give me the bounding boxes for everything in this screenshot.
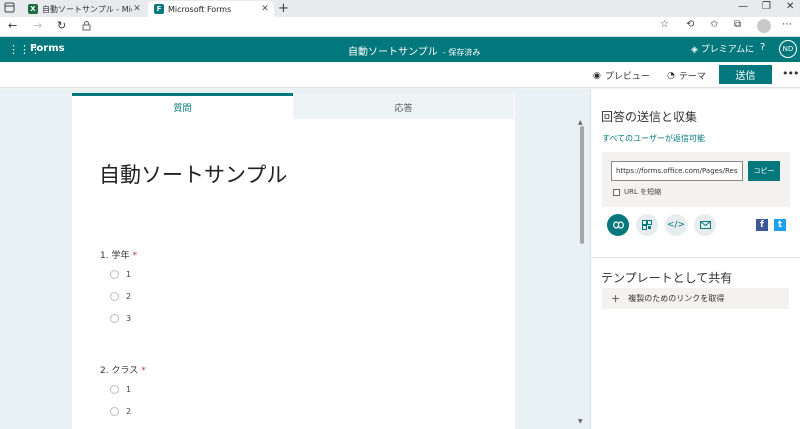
choice-option[interactable]: 3 (110, 314, 131, 323)
forms-icon: F (154, 4, 164, 14)
option-label: 1 (126, 385, 132, 394)
close-window-icon[interactable]: ✕ (786, 1, 794, 12)
forms-header: ⋮⋮⋮ Forms 自動ソートサンプル - 保存済み ◈ プレミアムに ? ND (0, 37, 800, 62)
browser-tab-strip: X 自動ソートサンプル - Microsoft Exce ✕ F Microso… (0, 0, 800, 17)
save-status: - 保存済み (442, 48, 481, 57)
twitter-icon[interactable]: t (774, 219, 786, 231)
star-add-icon[interactable]: ☆ (660, 19, 669, 30)
collections-icon[interactable]: ⧉ (734, 19, 741, 30)
theme-button[interactable]: ◔ テーマ (667, 69, 706, 83)
address-bar[interactable] (80, 19, 680, 34)
preview-label: プレビュー (604, 72, 650, 82)
palette-icon: ◔ (667, 70, 675, 81)
app-name[interactable]: Forms (30, 43, 65, 54)
choice-option[interactable]: 1 (110, 385, 131, 394)
radio-button[interactable] (110, 314, 119, 323)
excel-icon: X (28, 4, 38, 14)
canvas-scrollbar[interactable]: ▲ ▼ (578, 119, 586, 429)
option-label: 3 (126, 314, 132, 323)
option-label: 2 (126, 292, 132, 301)
premium-label: プレミアムに (700, 45, 755, 55)
option-label: 2 (126, 407, 132, 416)
radio-button[interactable] (110, 407, 119, 416)
shorten-url-checkbox[interactable]: URL を短縮 (613, 187, 661, 197)
plus-icon[interactable]: + (278, 1, 289, 16)
command-bar: ◉ プレビュー ◔ テーマ 送信 ••• (0, 62, 800, 88)
help-icon[interactable]: ? (760, 42, 765, 53)
document-title: 自動ソートサンプル - 保存済み (348, 43, 480, 58)
required-marker: * (141, 366, 146, 376)
avatar[interactable]: ND (779, 40, 797, 58)
close-icon[interactable]: ✕ (260, 4, 270, 14)
email-icon[interactable] (694, 214, 716, 236)
form-canvas: 質問 応答 自動ソートサンプル 1. 学年 * 1 2 3 2. クラス * 1 2 (0, 89, 590, 429)
form-tabs: 質問 応答 (72, 93, 515, 119)
option-label: 1 (126, 270, 132, 279)
send-panel: 回答の送信と収集 すべてのユーザーが返信可能 コピー URL を短縮 </> f… (590, 89, 800, 429)
question-label: 2. クラス (100, 366, 139, 376)
checkbox[interactable] (613, 188, 620, 196)
scroll-down-icon[interactable]: ▼ (578, 418, 583, 425)
choice-option[interactable]: 2 (110, 407, 131, 416)
qr-code-icon[interactable] (636, 214, 658, 236)
send-button[interactable]: 送信 (719, 65, 772, 84)
share-url-field[interactable] (611, 161, 743, 181)
profile-icon[interactable] (757, 19, 771, 33)
required-marker: * (132, 251, 137, 261)
lock-icon (82, 21, 91, 31)
radio-button[interactable] (110, 292, 119, 301)
template-heading: テンプレートとして共有 (601, 271, 733, 285)
browser-tab-excel[interactable]: X 自動ソートサンプル - Microsoft Exce ✕ (22, 1, 146, 17)
tab-actions-icon[interactable] (4, 2, 18, 15)
radio-button[interactable] (110, 270, 119, 279)
choice-option[interactable]: 2 (110, 292, 131, 301)
send-panel-heading: 回答の送信と収集 (601, 110, 698, 124)
tab-title: Microsoft Forms (168, 4, 232, 14)
browser-nav-bar: ← → ↻ ☆ ⟲ ✩ ⧉ ⋯ (0, 17, 800, 37)
tab-questions[interactable]: 質問 (72, 93, 293, 119)
back-arrow-icon[interactable]: ← (8, 19, 17, 32)
refresh-icon[interactable]: ↻ (57, 19, 66, 32)
facebook-icon[interactable]: f (756, 219, 768, 231)
minimize-icon[interactable]: — (738, 1, 748, 12)
plus-icon: + (611, 292, 621, 305)
diamond-icon: ◈ (691, 45, 698, 55)
question-1[interactable]: 1. 学年 * (100, 248, 137, 261)
radio-button[interactable] (110, 385, 119, 394)
browser-menu-icon[interactable]: ⋯ (782, 19, 792, 30)
shorten-label: URL を短縮 (624, 188, 662, 196)
duplicate-link-label: 複製のためのリンクを取得 (628, 294, 725, 303)
link-box: コピー URL を短縮 (602, 152, 790, 207)
divider (591, 257, 800, 258)
scroll-thumb[interactable] (580, 126, 584, 244)
extensions-icon[interactable]: ⟲ (686, 19, 694, 30)
scroll-up-icon[interactable]: ▲ (578, 119, 583, 126)
question-2[interactable]: 2. クラス * (100, 363, 146, 376)
question-label: 1. 学年 (100, 251, 130, 261)
tab-responses[interactable]: 応答 (293, 93, 514, 119)
form-card: 質問 応答 自動ソートサンプル 1. 学年 * 1 2 3 2. クラス * 1 2 (72, 93, 515, 429)
link-icon[interactable] (607, 214, 629, 236)
premium-link[interactable]: ◈ プレミアムに (691, 42, 754, 55)
theme-label: テーマ (678, 72, 706, 82)
choice-option[interactable]: 1 (110, 270, 131, 279)
browser-tab-forms[interactable]: F Microsoft Forms ✕ (148, 1, 274, 17)
eye-icon: ◉ (593, 70, 601, 81)
preview-button[interactable]: ◉ プレビュー (593, 69, 650, 83)
form-title[interactable]: 自動ソートサンプル (99, 159, 287, 189)
document-title-text: 自動ソートサンプル (348, 47, 438, 58)
forward-arrow-icon[interactable]: → (33, 19, 42, 32)
embed-icon[interactable]: </> (665, 214, 687, 236)
close-icon[interactable]: ✕ (132, 4, 142, 14)
copy-button[interactable]: コピー (748, 161, 780, 181)
maximize-icon[interactable]: ❐ (762, 1, 771, 12)
more-options-icon[interactable]: ••• (782, 67, 799, 80)
duplicate-link-button[interactable]: + 複製のためのリンクを取得 (602, 288, 789, 309)
tab-title: 自動ソートサンプル - Microsoft Exce (42, 4, 132, 14)
audience-link[interactable]: すべてのユーザーが返信可能 (602, 133, 705, 144)
favorites-icon[interactable]: ✩ (710, 19, 718, 30)
